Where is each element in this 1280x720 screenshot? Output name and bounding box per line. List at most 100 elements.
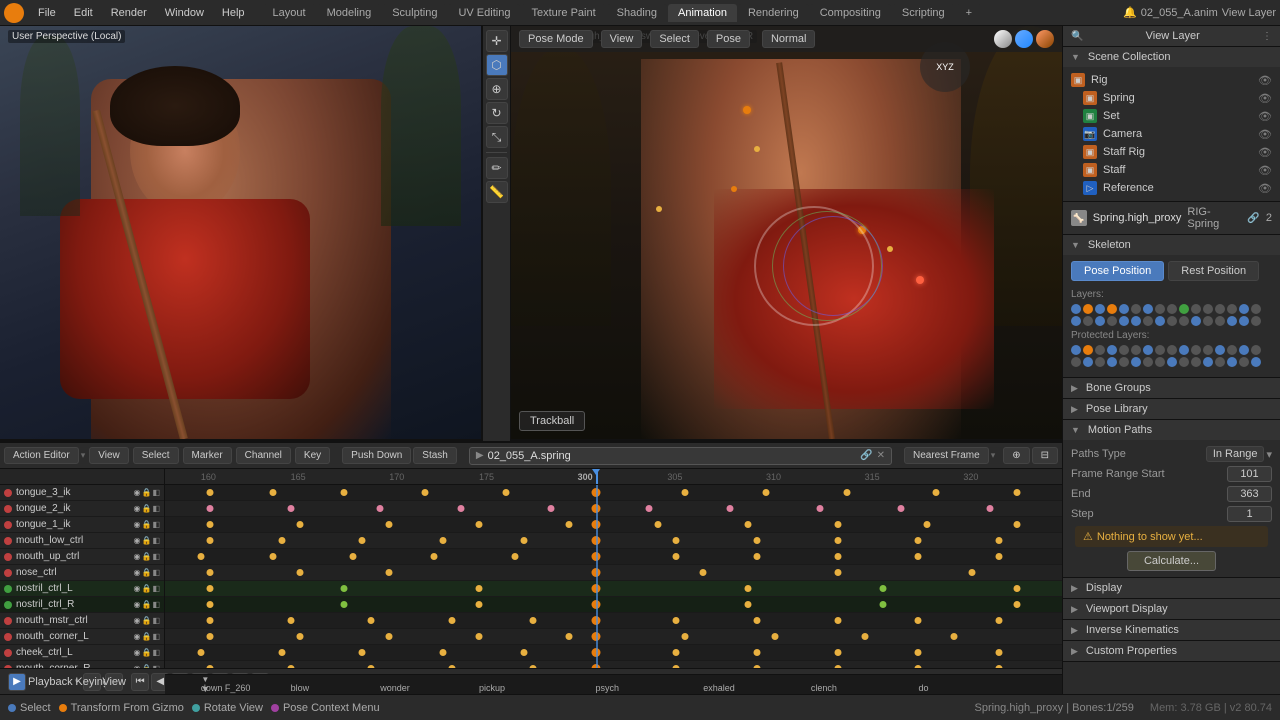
action-close-icon[interactable]: ✕	[877, 450, 885, 461]
layer-dot-4[interactable]	[1119, 304, 1129, 314]
player-dot-28[interactable]	[1215, 357, 1225, 367]
layer-dot-19[interactable]	[1107, 316, 1117, 326]
player-dot-1[interactable]	[1083, 345, 1093, 355]
layer-dot-31[interactable]	[1251, 316, 1261, 326]
layer-dot-14[interactable]	[1239, 304, 1249, 314]
layer-dot-17[interactable]	[1083, 316, 1093, 326]
player-dot-3[interactable]	[1107, 345, 1117, 355]
layer-dot-13[interactable]	[1227, 304, 1237, 314]
menu-window[interactable]: Window	[157, 5, 212, 21]
layer-dot-11[interactable]	[1203, 304, 1213, 314]
layer-dot-0[interactable]	[1071, 304, 1081, 314]
track-mute-5[interactable]: ◧	[152, 568, 160, 577]
player-dot-26[interactable]	[1191, 357, 1201, 367]
track-lock-3[interactable]: 🔒	[141, 536, 151, 545]
sc-item-rig[interactable]: ▣ Rig 👁	[1063, 71, 1280, 89]
track-lock-8[interactable]: 🔒	[141, 616, 151, 625]
layer-dot-26[interactable]	[1191, 316, 1201, 326]
display-header[interactable]: ▶ Display	[1063, 578, 1280, 598]
toolbar-rotate[interactable]: ↻	[486, 102, 508, 124]
select-btn[interactable]: Select	[650, 30, 699, 48]
layer-dot-24[interactable]	[1167, 316, 1177, 326]
action-editor-menu[interactable]: Action Editor	[4, 447, 79, 464]
player-dot-24[interactable]	[1167, 357, 1177, 367]
tab-rendering[interactable]: Rendering	[738, 4, 809, 22]
scene-collection-header[interactable]: ▼ Scene Collection	[1063, 47, 1280, 67]
viewport-display-header[interactable]: ▶ Viewport Display	[1063, 599, 1280, 619]
track-mute-10[interactable]: ◧	[152, 648, 160, 657]
layer-dot-18[interactable]	[1095, 316, 1105, 326]
player-dot-18[interactable]	[1095, 357, 1105, 367]
pose-position-btn[interactable]: Pose Position	[1071, 261, 1164, 281]
layer-dot-15[interactable]	[1251, 304, 1261, 314]
skeleton-header[interactable]: ▼ Skeleton	[1063, 235, 1280, 255]
track-tongue-1-ik[interactable]: tongue_1_ik ◉ 🔒 ◧	[0, 517, 164, 533]
toolbar-annotate[interactable]: ✏	[486, 157, 508, 179]
jump-start-btn[interactable]: ⏮	[131, 673, 149, 691]
player-dot-29[interactable]	[1227, 357, 1237, 367]
track-mute-6[interactable]: ◧	[152, 584, 160, 593]
toolbar-transform[interactable]: ⊕	[486, 78, 508, 100]
layer-dot-7[interactable]	[1155, 304, 1165, 314]
track-mute-11[interactable]: ◧	[152, 664, 160, 668]
track-vis-9[interactable]: ◉	[133, 632, 140, 641]
step-value[interactable]: 1	[1227, 506, 1272, 522]
track-mute-0[interactable]: ◧	[152, 488, 160, 497]
track-nostril-ctrl-R[interactable]: nostril_ctrl_R ◉ 🔒 ◧	[0, 597, 164, 613]
track-lock-10[interactable]: 🔒	[141, 648, 151, 657]
toolbar-select[interactable]: ⬡	[486, 54, 508, 76]
tab-animation[interactable]: Animation	[668, 4, 737, 22]
player-dot-17[interactable]	[1083, 357, 1093, 367]
camera-viewport[interactable]: User Perspective (Local)	[0, 26, 483, 441]
player-dot-11[interactable]	[1203, 345, 1213, 355]
menu-render[interactable]: Render	[103, 5, 155, 21]
track-mute-7[interactable]: ◧	[152, 600, 160, 609]
layer-dot-12[interactable]	[1215, 304, 1225, 314]
player-dot-7[interactable]	[1155, 345, 1165, 355]
track-lock-2[interactable]: 🔒	[141, 520, 151, 529]
track-mute-4[interactable]: ◧	[152, 552, 160, 561]
track-mute-1[interactable]: ◧	[152, 504, 160, 513]
player-dot-0[interactable]	[1071, 345, 1081, 355]
tab-add[interactable]: +	[956, 4, 982, 22]
tab-scripting[interactable]: Scripting	[892, 4, 955, 22]
track-mute-3[interactable]: ◧	[152, 536, 160, 545]
layer-dot-20[interactable]	[1119, 316, 1129, 326]
track-lock-4[interactable]: 🔒	[141, 552, 151, 561]
track-vis-8[interactable]: ◉	[133, 616, 140, 625]
push-down-btn[interactable]: Push Down	[342, 447, 411, 464]
layer-dot-28[interactable]	[1215, 316, 1225, 326]
player-dot-15[interactable]	[1251, 345, 1261, 355]
track-vis-11[interactable]: ◉	[133, 664, 140, 668]
layer-dot-25[interactable]	[1179, 316, 1189, 326]
track-mute-9[interactable]: ◧	[152, 632, 160, 641]
player-dot-30[interactable]	[1239, 357, 1249, 367]
track-mouth-mstr-ctrl[interactable]: mouth_mstr_ctrl ◉ 🔒 ◧	[0, 613, 164, 629]
menu-help[interactable]: Help	[214, 5, 253, 21]
view-btn[interactable]: View	[105, 673, 123, 691]
timeline-marker-btn[interactable]: Marker	[183, 447, 232, 464]
layer-dot-29[interactable]	[1227, 316, 1237, 326]
menu-edit[interactable]: Edit	[66, 5, 101, 21]
track-mute-8[interactable]: ◧	[152, 616, 160, 625]
keyframe-area[interactable]: 160 165 170 175 300 305 310 315 320 .kf-…	[165, 469, 1062, 668]
track-lock-5[interactable]: 🔒	[141, 568, 151, 577]
paths-type-chevron[interactable]: ▾	[1266, 448, 1272, 461]
sync-btn[interactable]: ⊕	[1003, 447, 1029, 464]
track-vis-2[interactable]: ◉	[133, 520, 140, 529]
playback-btn[interactable]: ▶	[8, 673, 26, 691]
track-lock-9[interactable]: 🔒	[141, 632, 151, 641]
player-dot-21[interactable]	[1131, 357, 1141, 367]
pose-library-header[interactable]: ▶ Pose Library	[1063, 399, 1280, 419]
player-dot-27[interactable]	[1203, 357, 1213, 367]
track-vis-6[interactable]: ◉	[133, 584, 140, 593]
frame-range-end-value[interactable]: 363	[1227, 486, 1272, 502]
player-dot-31[interactable]	[1251, 357, 1261, 367]
staff-rig-eye-icon[interactable]: 👁	[1258, 146, 1272, 159]
tab-texture-paint[interactable]: Texture Paint	[521, 4, 605, 22]
toolbar-cursor[interactable]: ✛	[486, 30, 508, 52]
player-dot-13[interactable]	[1227, 345, 1237, 355]
layer-dot-5[interactable]	[1131, 304, 1141, 314]
sc-item-staff-rig[interactable]: ▣ Staff Rig 👁	[1063, 143, 1280, 161]
timeline-select-btn[interactable]: Select	[133, 447, 179, 464]
